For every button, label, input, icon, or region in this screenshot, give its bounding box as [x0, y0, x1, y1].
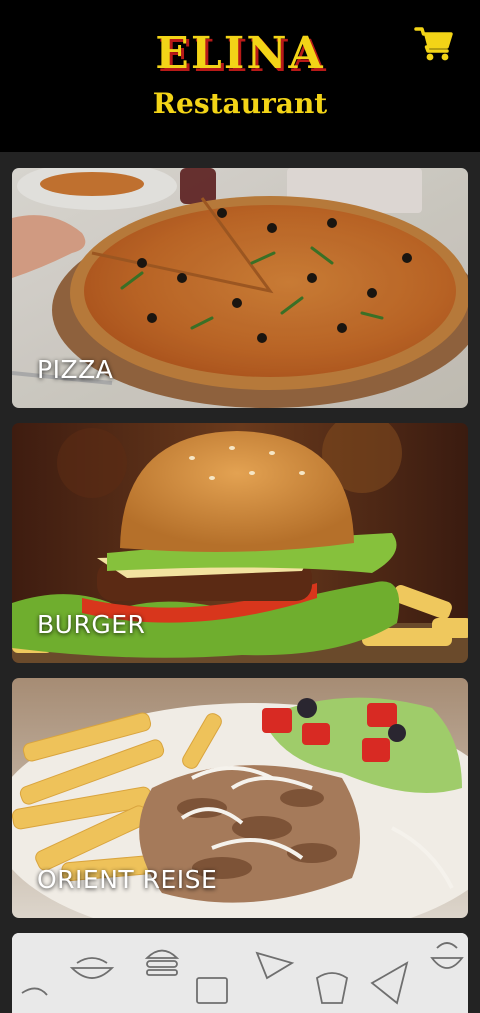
category-card-orient-reise[interactable]: ORIENT REISE	[12, 678, 468, 918]
restaurant-logo[interactable]: ELINA Restaurant	[0, 28, 480, 122]
logo-brand-text: ELINA	[155, 28, 328, 79]
category-label: PIZZA	[37, 355, 114, 384]
app-header: ELINA Restaurant	[0, 0, 480, 152]
category-label: ORIENT REISE	[37, 865, 218, 894]
food-doodle-pattern	[12, 933, 468, 1013]
category-card-burger[interactable]: BURGER	[12, 423, 468, 663]
category-card-pizza[interactable]: PIZZA	[12, 168, 468, 408]
shopping-cart-icon[interactable]	[414, 26, 454, 62]
category-label: BURGER	[37, 610, 146, 639]
category-card-more[interactable]	[12, 933, 468, 1013]
logo-subtitle: Restaurant	[152, 87, 328, 120]
